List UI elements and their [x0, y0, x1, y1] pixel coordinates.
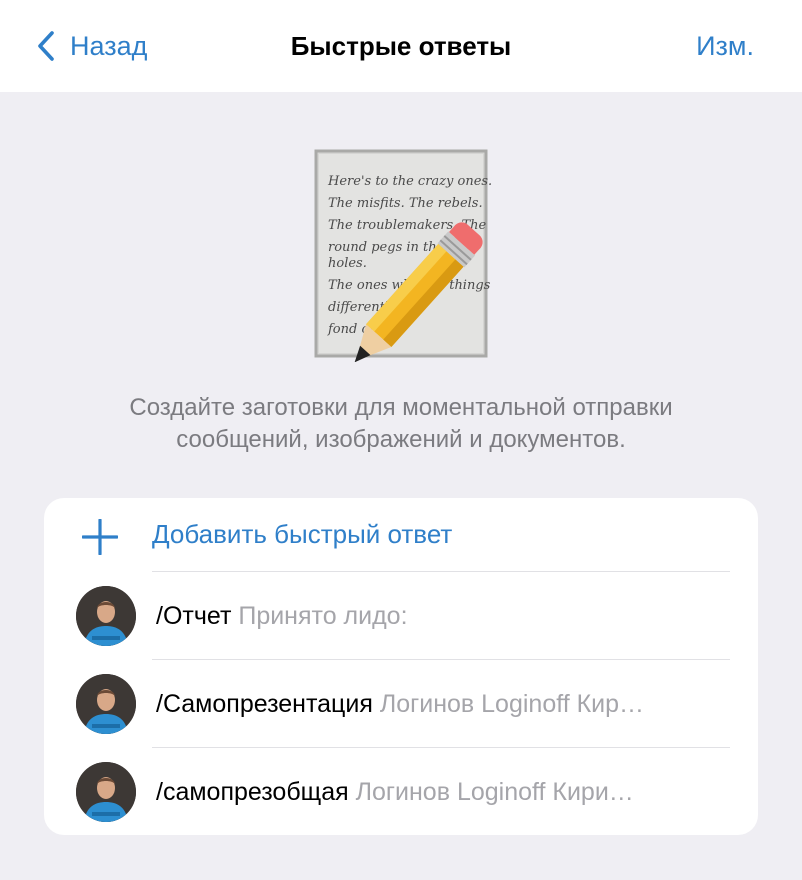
page-title: Быстрые ответы — [290, 31, 512, 61]
quick-reply-preview: Логинов Loginoff Кири… — [355, 778, 634, 806]
empty-state-description: Создайте заготовки для моментальной отпр… — [40, 392, 762, 456]
avatar — [76, 762, 136, 822]
note-line: round pegs in the — [328, 240, 445, 255]
quick-reply-text: /Самопрезентация Логинов Loginoff Кир… — [156, 660, 730, 748]
quick-reply-text: /Отчет Принято лидо: — [156, 572, 730, 660]
plus-icon — [82, 519, 118, 555]
avatar — [76, 586, 136, 646]
note-line: holes. — [328, 256, 367, 271]
quick-replies-list: Добавить быстрый ответ /Отчет Принято ли… — [44, 498, 758, 835]
quick-reply-item[interactable]: /Самопрезентация Логинов Loginoff Кир… — [44, 660, 758, 747]
quick-reply-shortcut: /Самопрезентация — [156, 690, 373, 718]
quick-reply-preview: Принято лидо: — [238, 602, 408, 630]
memo-pencil-icon: Here's to the crazy ones. The misfits. T… — [310, 147, 510, 363]
add-quick-reply-button[interactable]: Добавить быстрый ответ — [44, 498, 758, 571]
avatar — [76, 674, 136, 734]
quick-reply-shortcut: /самопрезобщая — [156, 778, 349, 806]
description-line: сообщений, изображений и документов. — [176, 426, 626, 453]
description-line: Создайте заготовки для моментальной отпр… — [129, 394, 673, 421]
note-line: Here's to the crazy ones. — [327, 174, 492, 189]
navigation-bar: Назад Быстрые ответы Изм. — [0, 0, 802, 92]
quick-reply-shortcut: /Отчет — [156, 602, 232, 630]
quick-reply-item[interactable]: /самопрезобщая Логинов Loginoff Кири… — [44, 748, 758, 835]
note-line: The misfits. The rebels. — [328, 196, 483, 211]
quick-reply-item[interactable]: /Отчет Принято лидо: — [44, 572, 758, 659]
quick-reply-text: /самопрезобщая Логинов Loginoff Кири… — [156, 748, 730, 835]
quick-reply-preview: Логинов Loginoff Кир… — [379, 690, 645, 718]
add-quick-reply-label: Добавить быстрый ответ — [152, 519, 453, 549]
edit-button[interactable]: Изм. — [696, 26, 754, 66]
